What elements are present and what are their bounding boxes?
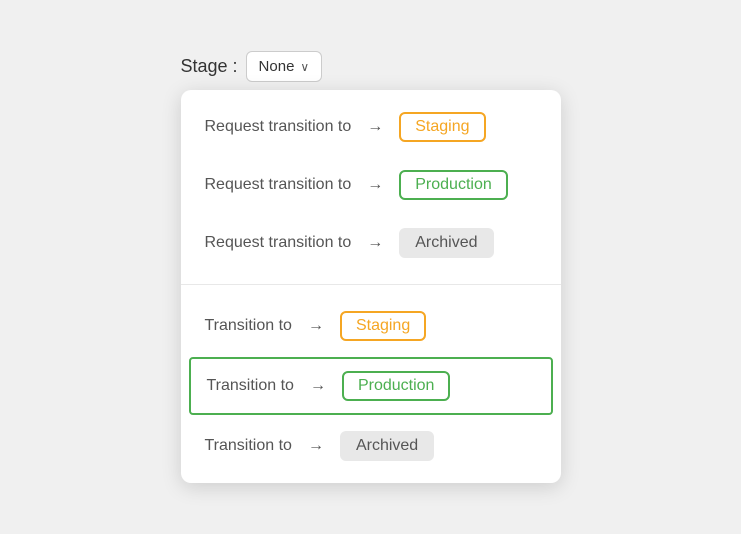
arrow-icon: → bbox=[310, 377, 326, 395]
archived-badge: Archived bbox=[399, 228, 493, 258]
arrow-icon: → bbox=[308, 437, 324, 455]
transition-archived-item[interactable]: Transition to → Archived bbox=[181, 417, 561, 475]
request-production-text: Request transition to bbox=[205, 176, 352, 194]
arrow-icon: → bbox=[308, 317, 324, 335]
arrow-icon: → bbox=[367, 118, 383, 136]
staging-badge: Staging bbox=[399, 112, 485, 142]
request-section: Request transition to → Staging Request … bbox=[181, 90, 561, 280]
request-production-item[interactable]: Request transition to → Production bbox=[181, 156, 561, 214]
stage-select-value: None bbox=[259, 58, 295, 75]
transition-staging-item[interactable]: Transition to → Staging bbox=[181, 297, 561, 355]
stage-select-button[interactable]: None ∨ bbox=[246, 51, 323, 82]
request-staging-text: Request transition to bbox=[205, 118, 352, 136]
production-badge: Production bbox=[399, 170, 508, 200]
section-divider bbox=[181, 284, 561, 285]
production-badge-2: Production bbox=[342, 371, 451, 401]
transition-production-text: Transition to bbox=[207, 377, 294, 395]
request-archived-text: Request transition to bbox=[205, 234, 352, 252]
transition-archived-text: Transition to bbox=[205, 437, 292, 455]
transition-staging-text: Transition to bbox=[205, 317, 292, 335]
request-staging-item[interactable]: Request transition to → Staging bbox=[181, 98, 561, 156]
staging-badge-2: Staging bbox=[340, 311, 426, 341]
transition-production-item[interactable]: Transition to → Production bbox=[189, 357, 553, 415]
chevron-down-icon: ∨ bbox=[300, 60, 309, 74]
stage-label: Stage : bbox=[181, 56, 238, 77]
stage-row: Stage : None ∨ bbox=[181, 51, 561, 82]
dropdown-panel: Request transition to → Staging Request … bbox=[181, 90, 561, 483]
transition-section: Transition to → Staging Transition to → … bbox=[181, 289, 561, 483]
arrow-icon: → bbox=[367, 234, 383, 252]
arrow-icon: → bbox=[367, 176, 383, 194]
page-wrapper: Stage : None ∨ Request transition to → S… bbox=[181, 51, 561, 483]
request-archived-item[interactable]: Request transition to → Archived bbox=[181, 214, 561, 272]
archived-badge-2: Archived bbox=[340, 431, 434, 461]
